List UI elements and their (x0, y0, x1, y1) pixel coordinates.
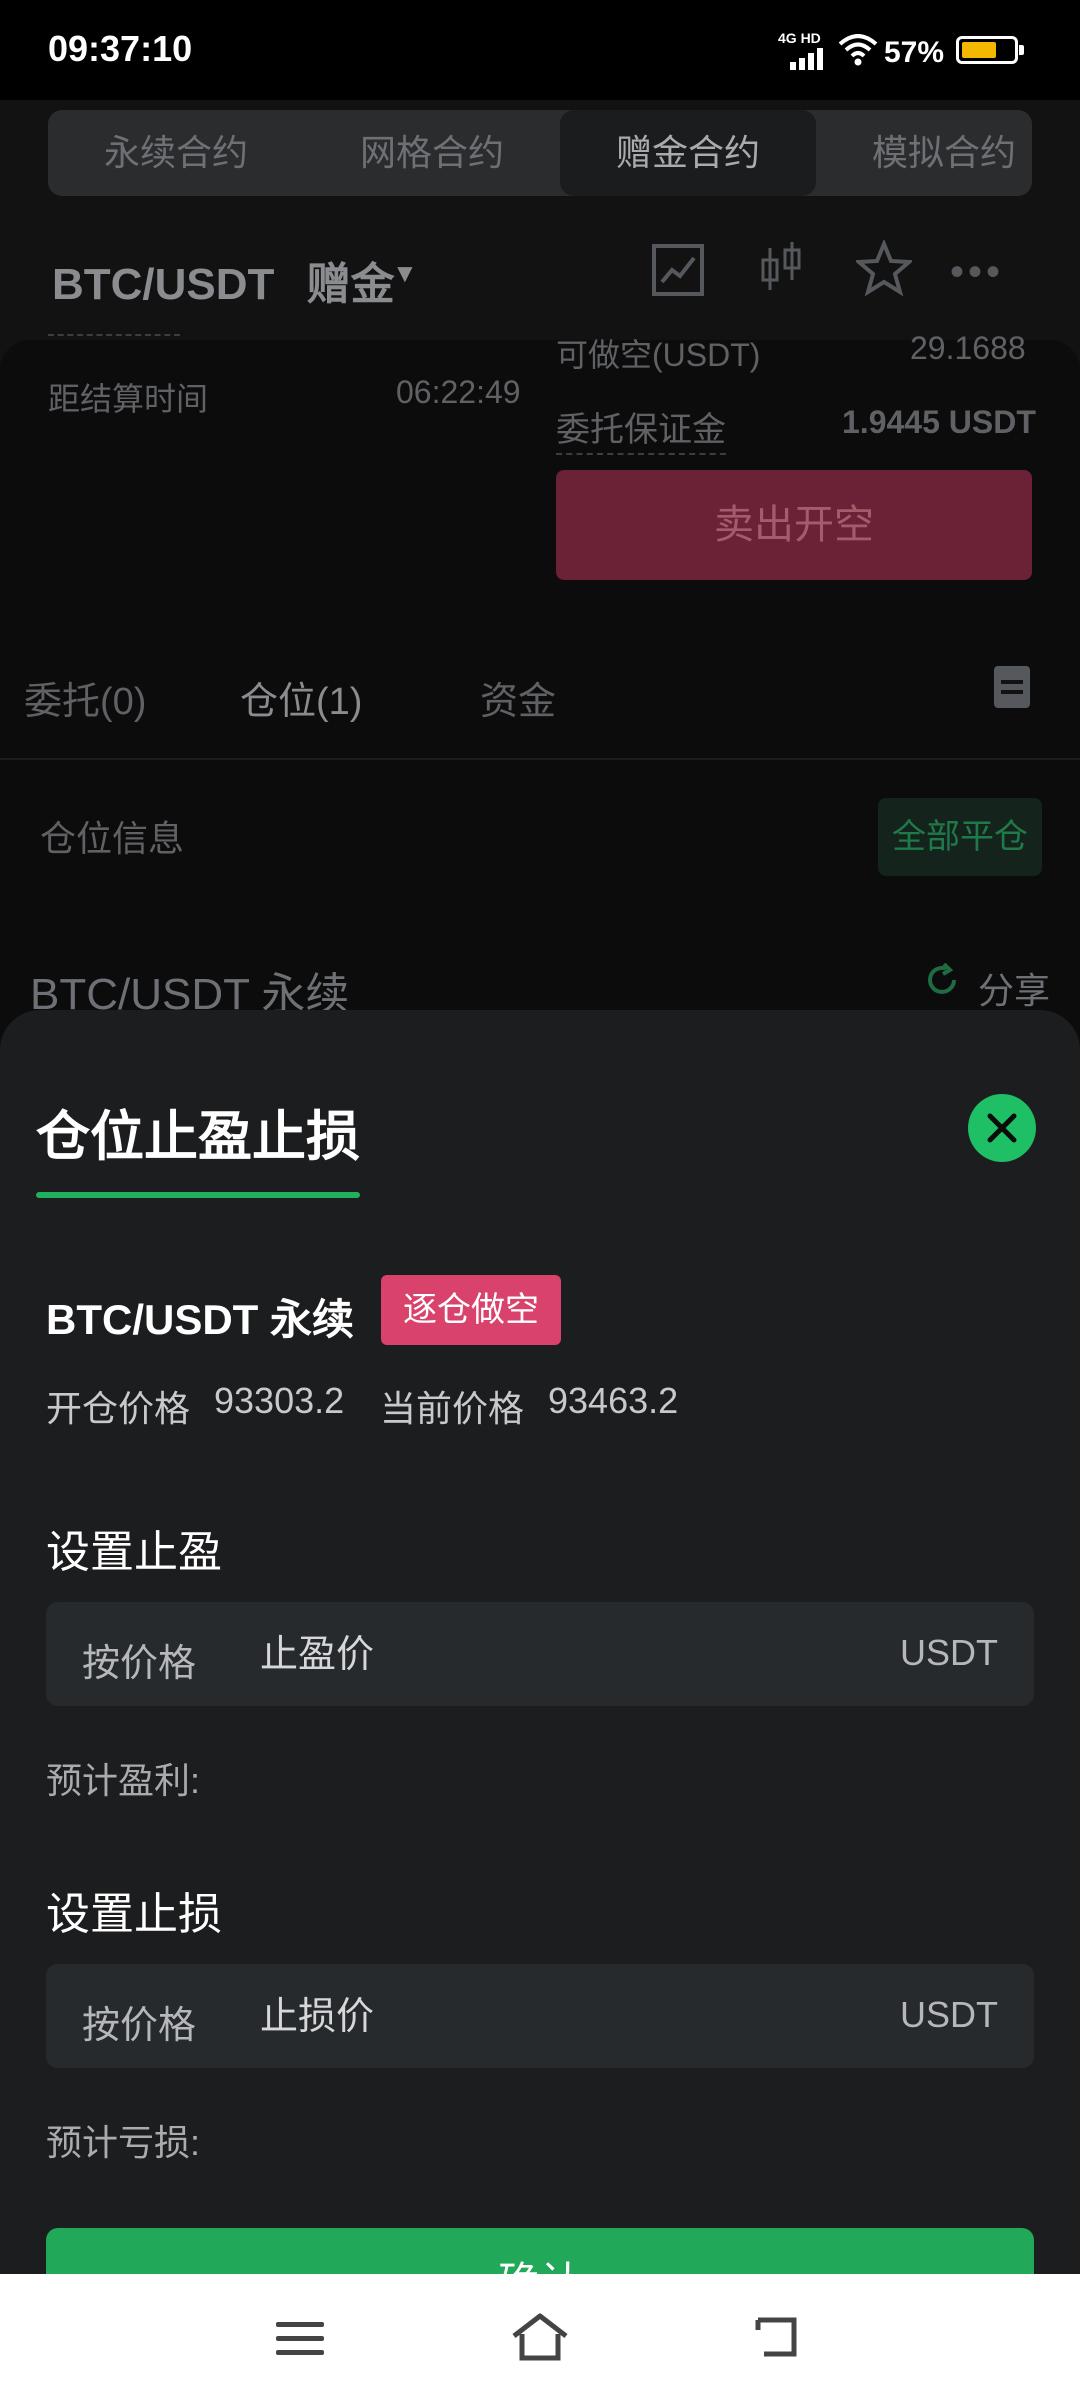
sell-short-button[interactable]: 卖出开空 (556, 470, 1032, 580)
star-icon[interactable] (856, 240, 912, 296)
pair-mode: 赠金 (306, 260, 395, 309)
menu-icon[interactable] (276, 2320, 324, 2358)
share-label[interactable]: 分享 (978, 962, 1050, 1014)
short-available-label: 可做空(USDT) (556, 337, 761, 373)
current-price-label: 当前价格 (380, 1388, 525, 1429)
more-icon[interactable]: ••• (950, 250, 1004, 295)
pair-symbol: BTC/USDT (52, 260, 275, 309)
take-profit-title: 设置止盈 (46, 1528, 222, 1577)
estimated-profit-label: 预计盈利: (46, 1760, 201, 1801)
battery-icon (956, 36, 1024, 64)
take-profit-price-input[interactable] (258, 1620, 862, 1690)
margin-label[interactable]: 委托保证金 (556, 402, 726, 455)
tab-positions[interactable]: 仓位(1) (240, 670, 362, 725)
share-icon[interactable] (924, 962, 960, 998)
dashed-divider (48, 334, 180, 338)
tp-unit: USDT (900, 1632, 998, 1673)
close-all-button[interactable]: 全部平仓 (878, 798, 1042, 876)
margin-value: 1.9445 USDT (842, 404, 1036, 440)
tabs-divider (0, 758, 1080, 760)
battery-percent: 57% (884, 36, 945, 69)
open-price-label: 开仓价格 (46, 1388, 191, 1429)
contract-type-tabs: 永续合约 网格合约 赠金合约 模拟合约 (48, 110, 1032, 196)
tab-orders[interactable]: 委托(0) (24, 670, 146, 725)
tp-mode-selector[interactable]: 按价格 (82, 1632, 196, 1687)
tab-demo[interactable]: 模拟合约 (816, 110, 1032, 196)
current-price-value: 93463.2 (548, 1380, 679, 1421)
sl-mode-selector[interactable]: 按价格 (82, 1994, 196, 2049)
status-time: 09:37:10 (48, 28, 193, 69)
tab-funds[interactable]: 资金 (480, 670, 556, 725)
open-price-value: 93303.2 (214, 1380, 345, 1421)
stop-loss-title: 设置止损 (46, 1890, 222, 1939)
stop-loss-input-box: 按价格 USDT (46, 1964, 1034, 2068)
estimated-loss-label: 预计亏损: (46, 2122, 201, 2163)
tab-perpetual[interactable]: 永续合约 (48, 110, 304, 196)
take-profit-input-box: 按价格 USDT (46, 1602, 1034, 1706)
settlement-time: 06:22:49 (396, 374, 521, 410)
back-icon[interactable] (754, 2314, 804, 2360)
list-icon[interactable] (994, 666, 1030, 708)
close-button[interactable] (968, 1094, 1036, 1162)
wifi-icon (838, 34, 878, 66)
system-nav-bar (0, 2274, 1080, 2400)
sheet-pair-name: BTC/USDT 永续 (46, 1296, 354, 1343)
status-bar: 09:37:10 4G HD 57% (0, 0, 1080, 100)
tab-bonus[interactable]: 赠金合约 (560, 110, 816, 196)
stop-loss-price-input[interactable] (258, 1982, 862, 2052)
settlement-label: 距结算时间 (48, 381, 209, 417)
position-side-badge: 逐仓做空 (381, 1275, 561, 1345)
close-icon (987, 1113, 1017, 1143)
network-indicator: 4G HD (778, 30, 821, 46)
title-underline (36, 1192, 360, 1198)
chart-icon[interactable] (652, 244, 704, 296)
tab-grid[interactable]: 网格合约 (304, 110, 560, 196)
caret-down-icon: ▼ (392, 258, 418, 288)
candlestick-icon[interactable] (758, 240, 804, 296)
sheet-title: 仓位止盈止损 (36, 1107, 360, 1167)
pair-selector[interactable]: BTC/USDT 赠金 (52, 248, 395, 312)
position-info-label: 仓位信息 (40, 818, 185, 859)
home-icon[interactable] (510, 2312, 570, 2362)
sl-unit: USDT (900, 1994, 998, 2035)
short-available-value: 29.1688 (910, 330, 1026, 366)
signal-icon (790, 48, 823, 70)
